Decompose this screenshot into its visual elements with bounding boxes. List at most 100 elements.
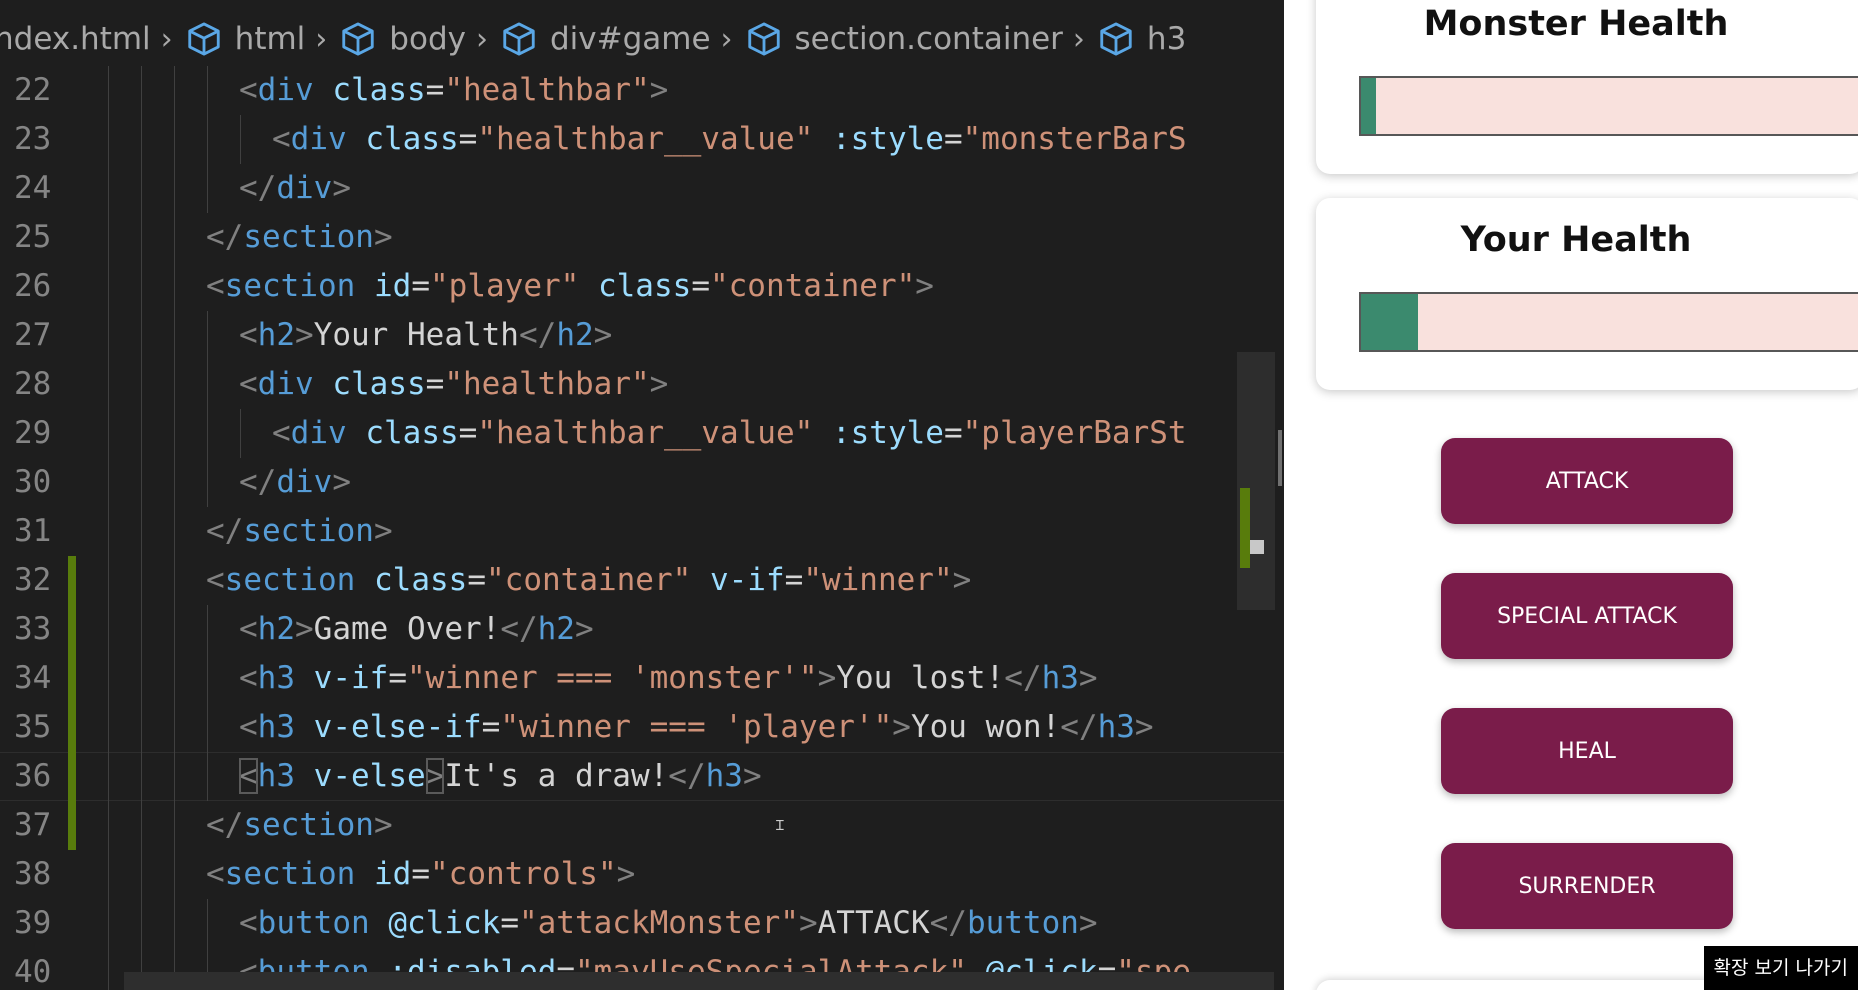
surrender-button[interactable]: SURRENDER (1441, 843, 1733, 929)
code-token: = (943, 415, 963, 451)
breadcrumb-label: ndex.html (0, 21, 151, 57)
code-line[interactable]: 35 <h3 v-else-if="winner === 'player'">Yo… (0, 703, 1284, 752)
code-line[interactable]: 30 </div> (0, 458, 1284, 507)
code-token: < (206, 268, 225, 304)
code-token: It's a draw! (444, 758, 669, 794)
indent-guide (141, 605, 142, 654)
code-token: < (239, 660, 258, 696)
indent-guide (108, 654, 109, 703)
monster-healthbar-value (1361, 78, 1377, 134)
code-line[interactable]: 33 <h2>Game Over!</h2> (0, 605, 1284, 654)
code-text: <section id="player" class="container"> (206, 262, 934, 311)
indent-guide (174, 311, 175, 360)
indent-guide (108, 115, 109, 164)
code-token: You lost! (836, 660, 1005, 696)
code-text: <section id="controls"> (206, 850, 635, 899)
line-number: 30 (14, 464, 52, 500)
code-line[interactable]: 39 <button @click="attackMonster">ATTACK<… (0, 899, 1284, 948)
code-token: class (597, 268, 692, 304)
breadcrumb-item[interactable]: body (339, 20, 466, 58)
indent-guide (141, 213, 142, 262)
indent-guide (207, 752, 208, 801)
code-token: :style (831, 415, 944, 451)
code-token: class (365, 415, 459, 451)
indent-guide (174, 115, 175, 164)
indent-guide (141, 360, 142, 409)
indent-guide (174, 605, 175, 654)
code-line[interactable]: 25 </section> (0, 213, 1284, 262)
code-area[interactable]: 22 <div class="healthbar"> 23 <div class="h… (0, 66, 1284, 990)
code-line[interactable]: 28 <div class="healthbar"> (0, 360, 1284, 409)
breadcrumb-item[interactable]: section.container (745, 20, 1063, 58)
code-line[interactable]: 27 <h2>Your Health</h2> (0, 311, 1284, 360)
indent-guide (141, 801, 142, 850)
code-line[interactable]: 32 <section class="container" v-if="winne… (0, 556, 1284, 605)
code-token: id (374, 856, 412, 892)
code-line[interactable]: 22 <div class="healthbar"> (0, 66, 1284, 115)
code-token: "container" (486, 562, 692, 598)
code-token: > (373, 807, 393, 843)
code-line[interactable]: 37 </section> (0, 801, 1284, 850)
breadcrumb-item[interactable]: html (185, 20, 305, 58)
code-line[interactable]: 38 <section id="controls"> (0, 850, 1284, 899)
code-token: </ (206, 807, 244, 843)
line-number: 22 (14, 72, 52, 108)
minimap-viewport[interactable] (1237, 352, 1275, 610)
cube-icon (185, 20, 223, 58)
breadcrumb-label: body (389, 21, 466, 57)
code-token: > (952, 562, 972, 598)
code-token: > (1078, 905, 1098, 941)
indent-guide (174, 752, 175, 801)
indent-guide (207, 360, 208, 409)
indent-guide (108, 899, 109, 948)
breadcrumb-item[interactable]: ndex.html (0, 21, 151, 57)
indent-guide (207, 605, 208, 654)
breadcrumb-item[interactable]: h3 (1097, 20, 1186, 58)
indent-guide (240, 115, 241, 164)
code-token: class (332, 366, 426, 402)
line-number: 25 (14, 219, 52, 255)
code-line[interactable]: 36 <h3 v-else>It's a draw!</h3> (0, 752, 1284, 801)
line-number: 28 (14, 366, 52, 402)
code-token: section (224, 562, 356, 598)
split-sash[interactable] (1278, 430, 1282, 486)
code-token: = (411, 268, 430, 304)
code-token: = (467, 562, 486, 598)
code-token: v-if (709, 562, 785, 598)
indent-guide (108, 801, 109, 850)
code-line[interactable]: 29 <div class="healthbar__value" :style="… (0, 409, 1284, 458)
breadcrumb-item[interactable]: div#game (500, 20, 711, 58)
code-token: > (1134, 709, 1154, 745)
player-healthbar (1359, 292, 1858, 352)
code-line[interactable]: 26 <section id="player" class="container"… (0, 262, 1284, 311)
indent-guide (207, 703, 208, 752)
breadcrumb-separator-icon: › (720, 21, 733, 57)
special-attack-button[interactable]: SPECIAL ATTACK (1441, 573, 1733, 659)
indent-guide (141, 458, 142, 507)
indent-guide (207, 409, 208, 458)
code-line[interactable]: 34 <h3 v-if="winner === 'monster'">You lo… (0, 654, 1284, 703)
code-token: h3 (1097, 709, 1135, 745)
code-token: div (290, 415, 347, 451)
code-token: h3 (257, 758, 295, 794)
horizontal-scrollbar[interactable] (124, 972, 1274, 990)
code-token: Your Health (313, 317, 519, 353)
indent-guide (207, 164, 208, 213)
code-line[interactable]: 31 </section> (0, 507, 1284, 556)
code-line[interactable]: 24 </div> (0, 164, 1284, 213)
code-token: section (243, 219, 374, 255)
exit-fullscreen-button[interactable]: 확장 보기 나가기 (1703, 946, 1858, 990)
breadcrumb-separator-icon: › (315, 21, 328, 57)
code-line[interactable]: 23 <div class="healthbar__value" :style="… (0, 115, 1284, 164)
code-token: "winner === 'player'" (500, 709, 893, 745)
code-token: section (224, 856, 356, 892)
attack-button[interactable]: ATTACK (1441, 438, 1733, 524)
code-editor[interactable]: ndex.html › html › body › div#game › section.con… (0, 0, 1284, 990)
code-token: "monsterBarS (962, 121, 1187, 157)
heal-button[interactable]: HEAL (1441, 708, 1733, 794)
code-token: "healthbar" (444, 72, 650, 108)
